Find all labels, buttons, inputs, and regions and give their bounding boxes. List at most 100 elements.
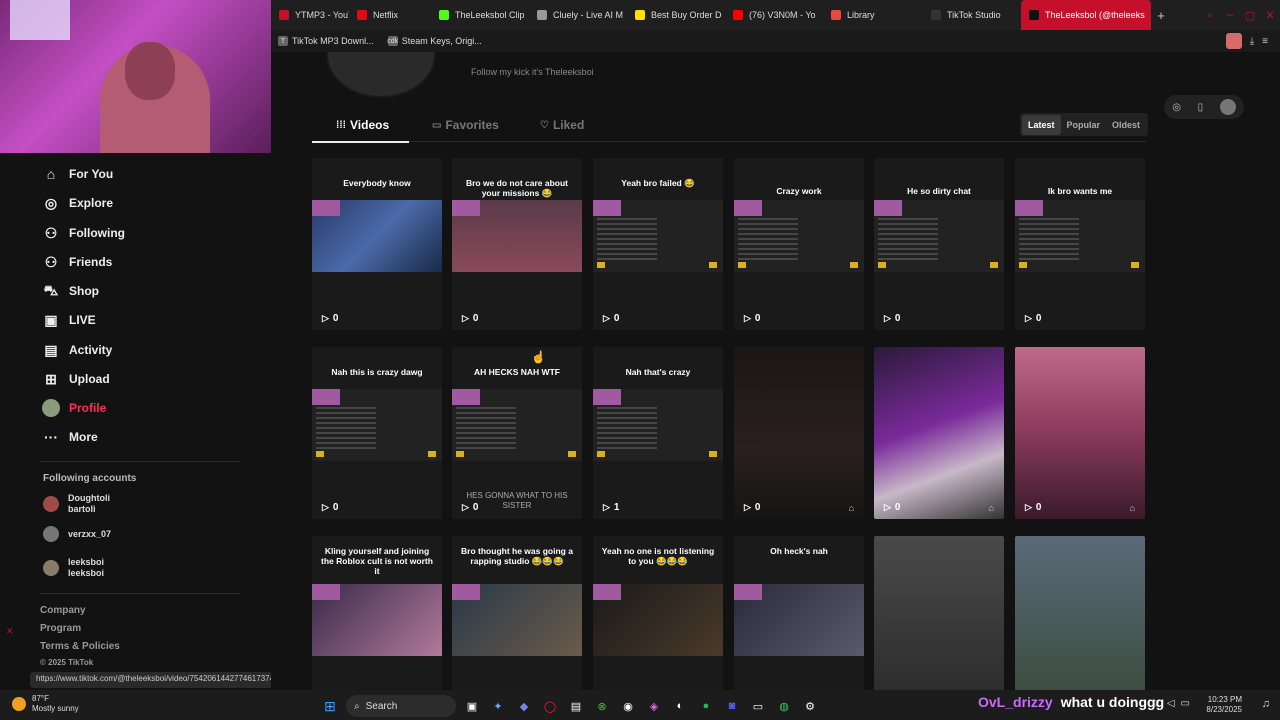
steam-icon[interactable]: ◐ [670,696,690,716]
tab-videos[interactable]: ⁞⁞⁞ Videos [336,118,389,132]
sidebar-item-more[interactable]: ··· More [42,425,98,449]
video-card[interactable]: ▷ 0 ⌂ [874,347,1004,519]
download-icon[interactable]: ⤓ [1250,36,1254,47]
bookmark[interactable]: T TikTok MP3 Downl... [278,36,374,46]
settings-icon[interactable]: ⚙ [800,696,820,716]
view-count-value: 0 [332,502,339,513]
footer-link[interactable]: Terms & Policies [40,641,120,652]
thumbnail-webcam [1015,200,1043,216]
video-card[interactable] [874,536,1004,690]
sidebar-item-for-you[interactable]: ⌂ For You [42,162,113,186]
maximize-icon[interactable]: ▢ [1240,9,1260,22]
teams-icon[interactable]: ◆ [514,696,534,716]
app-icon[interactable]: ◈ [644,696,664,716]
video-card[interactable] [1015,536,1145,690]
view-count-value: 0 [613,313,620,324]
bookmark[interactable]: cdk Steam Keys, Origi... [387,36,482,46]
store-icon[interactable]: ▤ [566,696,586,716]
copilot-icon[interactable]: ✦ [488,696,508,716]
minimize-icon[interactable]: – [1220,9,1240,21]
wifi-icon[interactable]: ⌔ [1151,698,1160,711]
footer-link[interactable]: Program [40,623,81,634]
tab-favorites[interactable]: ▭ Favorites [432,118,499,132]
video-thumbnail [874,347,1004,519]
browser-tab[interactable]: Cluely - Live AI M [529,0,627,30]
close-icon[interactable]: ✕ [6,626,14,637]
video-caption: Yeah no one is not listening to you 😂😂😂 [601,546,715,566]
video-card[interactable]: Yeah no one is not listening to you 😂😂😂 [593,536,723,690]
compass-icon[interactable]: ◎ [1172,102,1181,113]
thumbnail-badge [456,451,464,457]
browser-tab[interactable]: TikTok Studio [923,0,1021,30]
tab-label: (76) V3N0M - Yo [749,10,816,20]
view-count: ▷ 0 [744,502,760,513]
video-card[interactable]: Oh heck's nah [734,536,864,690]
notification-icon[interactable]: ♫ [1262,698,1270,710]
weather-widget[interactable]: 87°F Mostly sunny [12,694,79,714]
sidebar-item-explore[interactable]: ◎ Explore [42,191,113,215]
videos-icon: ⁞⁞⁞ [336,119,346,131]
obs-icon[interactable]: ◉ [618,696,638,716]
sidebar-item-upload[interactable]: ⊞ Upload [42,367,110,391]
browser-tab[interactable]: Netflix [349,0,431,30]
discord-icon[interactable]: ◙ [722,696,742,716]
opera-icon[interactable]: ◯ [540,696,560,716]
tab-liked[interactable]: ♡ Liked [540,118,584,132]
thumbnail-chat [738,218,798,262]
video-caption: He so dirty chat [907,186,971,196]
browser-tab[interactable]: (76) V3N0M - Yo [725,0,823,30]
search-tabs-icon[interactable]: ⌕ [1200,9,1220,22]
tab-favicon-icon [931,10,941,20]
video-card[interactable]: Nah that's crazy ▷ 1 [593,347,723,519]
video-card[interactable]: Ik bro wants me ▷ 0 [1015,158,1145,330]
sidebar-item-shop[interactable]: ⛍ Shop [42,279,99,303]
video-card[interactable]: ▷ 0 ⌂ [734,347,864,519]
task-view-icon[interactable]: ▣ [462,696,482,716]
close-icon[interactable]: ✕ [1260,9,1280,22]
new-tab-button[interactable]: + [1151,0,1171,30]
sidebar-item-friends[interactable]: ⚇ Friends [42,250,113,274]
thumbnail-chat [597,218,657,262]
browser-tab[interactable]: TheLeeksbol Clip [431,0,529,30]
browser-tab[interactable]: Best Buy Order D [627,0,725,30]
spotify-icon[interactable]: ● [696,696,716,716]
taskbar-search[interactable]: ⌕ Search [346,695,456,717]
video-card[interactable]: Crazy work ▷ 0 [734,158,864,330]
video-card[interactable]: Bro thought he was going a rapping studi… [452,536,582,690]
sort-popular[interactable]: Popular [1061,115,1107,135]
sort-oldest[interactable]: Oldest [1106,115,1146,135]
clock[interactable]: 10:23 PM 8/23/2025 [1206,695,1242,715]
video-card[interactable]: Yeah bro failed 😂 ▷ 0 [593,158,723,330]
video-card[interactable]: Everybody know ▷ 0 [312,158,442,330]
thumbnail-webcam [734,584,762,600]
browser-tab[interactable]: TheLeeksbol (@theleeks [1021,0,1151,30]
browser-tab[interactable]: Library [823,0,923,30]
windows-start-icon[interactable]: ⊞ [320,696,340,716]
following-account[interactable]: leeksboi leeksboi [43,557,128,579]
sidebar-item-live[interactable]: ▣ LIVE [42,308,95,332]
profile-avatar-icon[interactable] [1225,33,1242,49]
terminal-icon[interactable]: ▭ [748,696,768,716]
sidebar-item-profile[interactable]: Profile [42,396,106,420]
battery-icon[interactable]: ▭ [1181,698,1190,711]
whatsapp-icon[interactable]: ◍ [774,696,794,716]
video-card[interactable]: He so dirty chat ▷ 0 [874,158,1004,330]
user-avatar-icon[interactable] [1219,99,1236,115]
footer-link[interactable]: Company [40,605,86,616]
volume-icon[interactable]: ◁ [1167,698,1175,711]
view-count-value: 0 [754,502,761,513]
following-account[interactable]: Doughtoli bartoli [43,493,128,515]
sort-latest[interactable]: Latest [1022,114,1061,135]
sidebar-item-following[interactable]: ⚇ Following [42,221,125,245]
following-account[interactable]: verzxx_07 [43,526,128,542]
video-card[interactable]: ▷ 0 ⌂ [1015,347,1145,519]
video-card[interactable]: Nah this is crazy dawg ▷ 0 [312,347,442,519]
browser-tab[interactable]: YTMP3 - YouTub [271,0,349,30]
sidebar-item-activity[interactable]: ▤ Activity [42,338,112,362]
video-card[interactable]: Kling yourself and joining the Roblox cu… [312,536,442,690]
phone-icon[interactable]: ▯ [1198,102,1204,113]
xbox-icon[interactable]: ⊗ [592,696,612,716]
menu-icon[interactable]: ≡ [1262,36,1268,47]
video-card[interactable]: AH HECKS NAH WTF HES GONNA WHAT TO HIS SI… [452,347,582,519]
video-card[interactable]: Bro we do not care about your missions 😂… [452,158,582,330]
